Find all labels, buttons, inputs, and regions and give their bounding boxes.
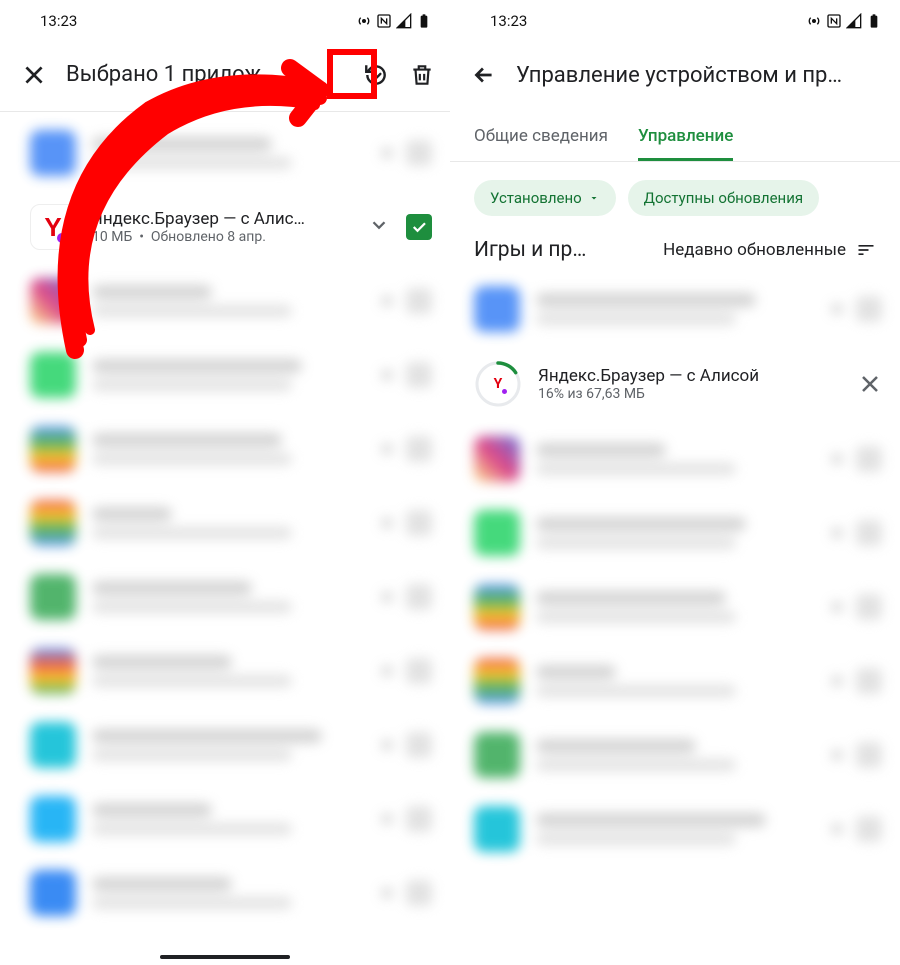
trash-icon [409, 62, 435, 88]
sort-icon [856, 240, 876, 260]
list-item [0, 708, 450, 782]
status-bar: 13:23 [0, 0, 450, 38]
nfc-icon [376, 13, 392, 29]
status-icons [806, 13, 882, 29]
tabs: Общие сведения Управление [450, 112, 900, 162]
chip-updates-available[interactable]: Доступны обновления [628, 180, 819, 216]
delete-button[interactable] [408, 61, 436, 89]
chip-installed[interactable]: Установлено [474, 180, 616, 216]
page-title: Управление устройством и пр… [516, 63, 886, 88]
cancel-download-button[interactable] [858, 372, 882, 396]
chip-updates-label: Доступны обновления [644, 189, 803, 207]
list-item-yandex-downloading[interactable]: Яндекс.Браузер — с Алисой 16% из 67,63 М… [450, 346, 900, 422]
section-title: Игры и пр… [474, 238, 586, 262]
signal-4g-icon [846, 13, 862, 29]
battery-icon [416, 13, 432, 29]
app-name: Яндекс.Браузер — с Алисой [538, 366, 842, 386]
chip-installed-label: Установлено [490, 189, 582, 207]
arrow-left-icon [471, 62, 497, 88]
annotation-arrow [20, 50, 350, 370]
back-button[interactable] [470, 61, 498, 89]
list-item [0, 486, 450, 560]
status-icons [356, 13, 432, 29]
nfc-icon [826, 13, 842, 29]
download-progress-text: 16% из 67,63 МБ [538, 386, 842, 402]
list-item [450, 792, 900, 866]
app-list: Яндекс.Браузер — с Алисой 16% из 67,63 М… [450, 268, 900, 870]
signal-4g-icon [396, 13, 412, 29]
status-time: 13:23 [490, 12, 527, 30]
section-header: Игры и пр… Недавно обновленные [450, 224, 900, 268]
list-item [0, 856, 450, 930]
hotspot-icon [356, 13, 372, 29]
status-time: 13:23 [40, 12, 77, 30]
list-item [0, 634, 450, 708]
download-progress-ring [474, 360, 522, 408]
list-item [0, 560, 450, 634]
screenshot-right: 13:23 Управление устройством и пр… Общие… [450, 0, 900, 965]
sort-button[interactable]: Недавно обновленные [663, 240, 876, 260]
close-icon [858, 372, 882, 396]
list-item [0, 782, 450, 856]
home-indicator[interactable] [160, 955, 290, 959]
list-item [450, 496, 900, 570]
sort-label: Недавно обновленные [663, 240, 846, 260]
list-item [450, 718, 900, 792]
selection-checkbox[interactable] [406, 214, 432, 240]
screenshot-left: 13:23 Выбрано 1 прилож… [0, 0, 450, 965]
chevron-down-icon [368, 214, 390, 236]
tab-overview[interactable]: Общие сведения [474, 126, 608, 161]
list-item [450, 422, 900, 496]
hotspot-icon [806, 13, 822, 29]
list-item [0, 412, 450, 486]
check-icon [410, 218, 428, 236]
annotation-highlight-box [327, 49, 377, 99]
yandex-icon [486, 372, 510, 396]
filter-chips: Установлено Доступны обновления [450, 162, 900, 224]
list-item [450, 272, 900, 346]
tab-manage[interactable]: Управление [638, 126, 733, 161]
battery-icon [866, 13, 882, 29]
expand-button[interactable] [368, 214, 390, 240]
list-item [450, 570, 900, 644]
caret-down-icon [588, 192, 600, 204]
status-bar: 13:23 [450, 0, 900, 38]
app-bar: Управление устройством и пр… [450, 38, 900, 112]
list-item [450, 644, 900, 718]
